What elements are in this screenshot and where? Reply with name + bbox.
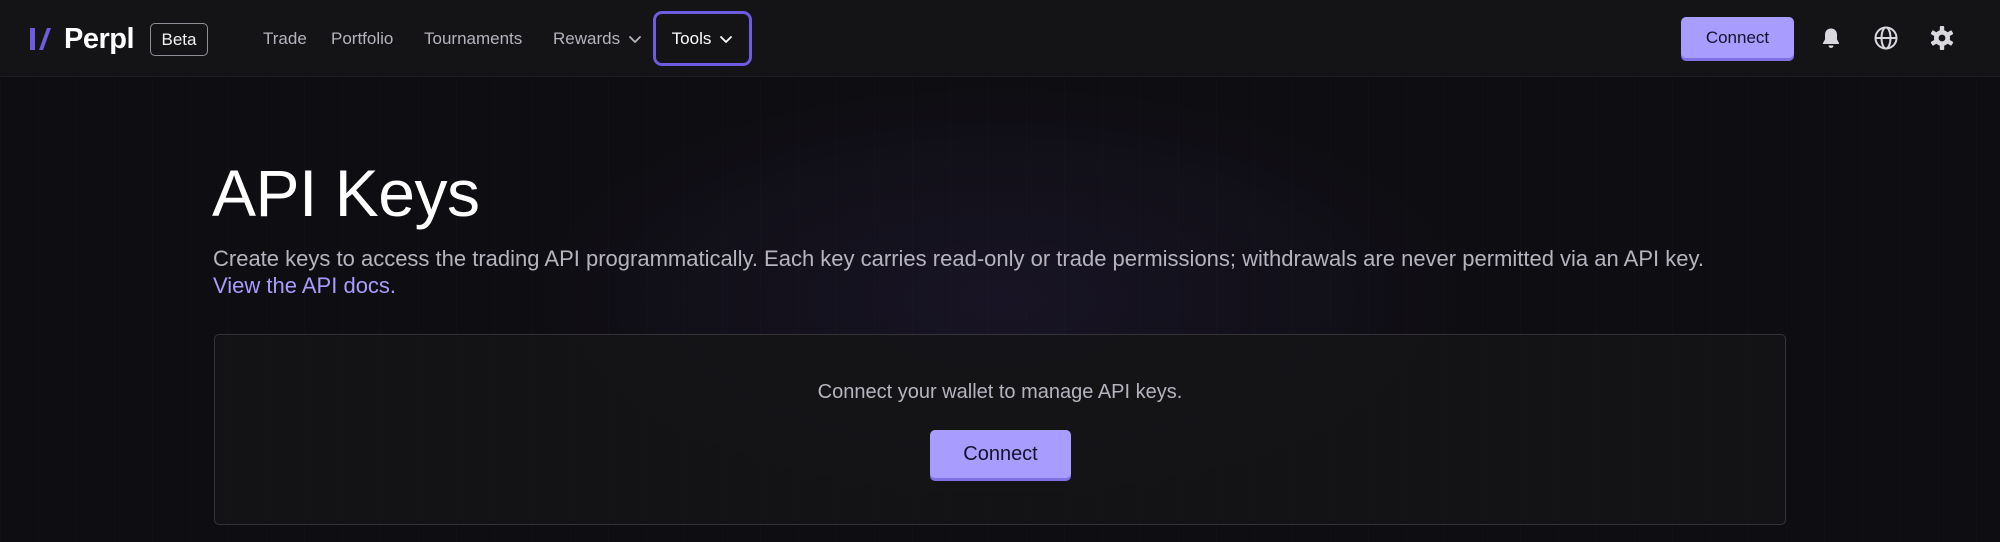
nav-portfolio[interactable]: Portfolio bbox=[331, 22, 393, 56]
brand-name: Perpl bbox=[64, 22, 135, 55]
header-connect-button[interactable]: Connect bbox=[1681, 17, 1794, 58]
nav-tournaments[interactable]: Tournaments bbox=[424, 22, 522, 56]
api-docs-link[interactable]: View the API docs. bbox=[213, 272, 396, 300]
wallet-connect-button[interactable]: Connect bbox=[930, 430, 1071, 478]
globe-icon bbox=[1874, 26, 1898, 50]
nav-tournaments-label: Tournaments bbox=[424, 29, 523, 48]
gear-icon bbox=[1930, 26, 1954, 50]
chevron-down-icon bbox=[720, 35, 733, 43]
nav-tools[interactable]: Tools bbox=[653, 11, 752, 66]
connect-wallet-message: Connect your wallet to manage API keys. bbox=[817, 381, 1183, 403]
language-button[interactable] bbox=[1872, 24, 1900, 52]
notifications-button[interactable] bbox=[1817, 24, 1845, 52]
top-navbar: Perpl Beta Trade Portfolio Tournaments R… bbox=[0, 0, 2000, 77]
api-keys-panel: Connect your wallet to manage API keys. … bbox=[214, 334, 1786, 525]
perpl-logo-icon bbox=[30, 28, 51, 50]
nav-trade-label: Trade bbox=[263, 29, 307, 48]
nav-trade[interactable]: Trade bbox=[263, 22, 307, 56]
page-title: API Keys bbox=[212, 156, 480, 230]
beta-badge: Beta bbox=[150, 23, 208, 56]
nav-rewards-label: Rewards bbox=[553, 29, 621, 48]
bell-icon bbox=[1823, 28, 1839, 48]
page-description: Create keys to access the trading API pr… bbox=[213, 246, 1704, 271]
nav-portfolio-label: Portfolio bbox=[331, 29, 394, 48]
settings-button[interactable] bbox=[1928, 24, 1956, 52]
nav-rewards[interactable]: Rewards bbox=[553, 22, 642, 56]
chevron-down-icon bbox=[629, 36, 641, 43]
brand-logo[interactable]: Perpl bbox=[30, 20, 135, 58]
nav-tools-label: Tools bbox=[671, 28, 712, 48]
